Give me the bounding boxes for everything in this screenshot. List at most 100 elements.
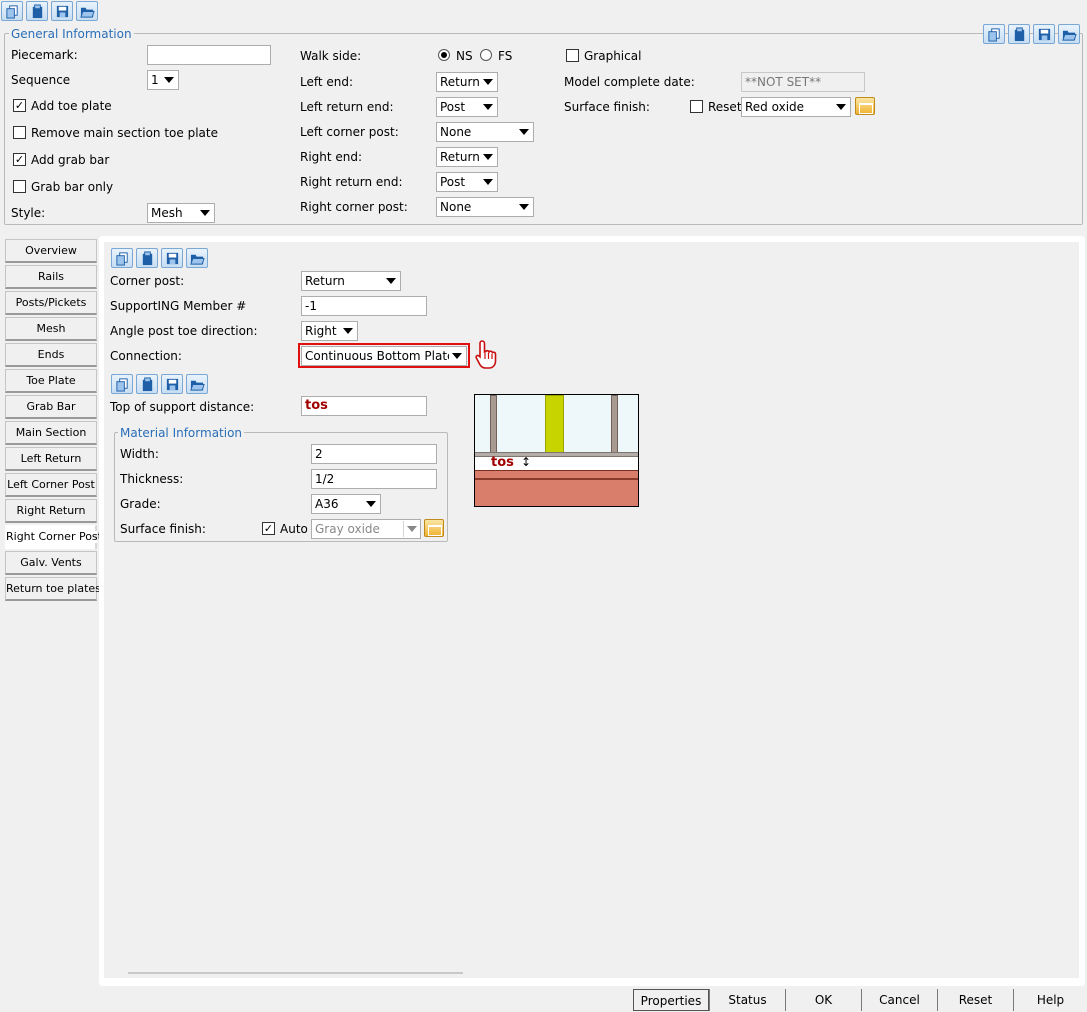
- width-input[interactable]: 2: [311, 444, 437, 464]
- supporting-member-input[interactable]: -1: [301, 296, 427, 316]
- status-button[interactable]: Status: [709, 989, 785, 1011]
- left-corner-post-label: Left corner post:: [300, 125, 399, 139]
- piecemark-input[interactable]: [147, 45, 271, 65]
- copy-icon: [5, 4, 18, 19]
- tab-galv-vents[interactable]: Galv. Vents: [5, 551, 97, 575]
- reset-button[interactable]: Reset: [937, 989, 1013, 1011]
- tab-return-toe-plates[interactable]: Return toe plates: [5, 577, 101, 601]
- tab-posts-pickets[interactable]: Posts/Pickets: [5, 291, 97, 315]
- chevron-down-icon: [383, 273, 399, 289]
- tab-ends[interactable]: Ends: [5, 343, 97, 367]
- reset-label: Reset: [708, 100, 742, 114]
- right-end-select[interactable]: Return: [436, 147, 498, 167]
- walk-side-ns-radio[interactable]: [438, 49, 450, 61]
- thickness-label: Thickness:: [120, 472, 184, 486]
- ok-button[interactable]: OK: [785, 989, 861, 1011]
- corner-post-label: Corner post:: [110, 274, 185, 288]
- tab-overview[interactable]: Overview: [5, 239, 97, 263]
- panel-save-button[interactable]: [161, 248, 183, 268]
- panel2-save-button[interactable]: [161, 374, 183, 394]
- tab-right-return[interactable]: Right Return: [5, 499, 97, 523]
- panel2-open-button[interactable]: [186, 374, 208, 394]
- tab-mesh[interactable]: Mesh: [5, 317, 97, 341]
- clipboard-icon: [32, 3, 42, 18]
- right-return-end-select[interactable]: Post: [436, 172, 498, 192]
- add-toe-plate-checkbox[interactable]: ✓: [13, 99, 26, 112]
- angle-toe-select[interactable]: Right: [301, 321, 358, 341]
- scrollbar-track[interactable]: [128, 972, 463, 974]
- thickness-input[interactable]: 1/2: [311, 469, 437, 489]
- left-end-label: Left end:: [300, 75, 354, 89]
- panel-open-button[interactable]: [186, 248, 208, 268]
- auto-checkbox[interactable]: ✓: [262, 522, 275, 535]
- folder-open-icon: [1061, 30, 1077, 41]
- tab-right-corner-post[interactable]: Right Corner Post: [5, 525, 102, 549]
- panel2-copy-button[interactable]: [111, 374, 133, 394]
- tab-toe-plate[interactable]: Toe Plate: [5, 369, 97, 393]
- right-corner-post-select[interactable]: None: [436, 197, 534, 217]
- paste-button[interactable]: [26, 1, 48, 21]
- piecemark-label: Piecemark:: [11, 48, 78, 62]
- model-complete-label: Model complete date:: [564, 75, 695, 89]
- chevron-down-icon: [480, 149, 496, 165]
- panel-paste-button[interactable]: [136, 248, 158, 268]
- left-return-end-select[interactable]: Post: [436, 97, 498, 117]
- save-icon: [1038, 28, 1050, 40]
- left-end-select[interactable]: Return: [436, 72, 498, 92]
- grab-bar-only-checkbox[interactable]: [13, 180, 26, 193]
- copy-icon: [115, 377, 128, 392]
- walk-side-fs-radio[interactable]: [480, 49, 492, 61]
- tab-main-section[interactable]: Main Section: [5, 421, 97, 445]
- general-paste-button[interactable]: [1008, 24, 1030, 44]
- material-information-legend: Material Information: [118, 426, 245, 440]
- help-button[interactable]: Help: [1013, 989, 1087, 1011]
- folder-open-icon: [79, 7, 95, 18]
- properties-button[interactable]: Properties: [633, 989, 709, 1011]
- tos-diagram: tos ↕: [474, 394, 639, 507]
- copy-button[interactable]: [1, 1, 23, 21]
- clipboard-icon: [1014, 26, 1024, 41]
- graphical-label: Graphical: [584, 49, 642, 63]
- width-label: Width:: [120, 447, 159, 461]
- connection-label: Connection:: [110, 349, 182, 363]
- connection-select[interactable]: Continuous Bottom Plate: [301, 346, 467, 366]
- open-button[interactable]: [76, 1, 98, 21]
- grade-label: Grade:: [120, 497, 161, 511]
- tab-panel: [104, 242, 1079, 978]
- cancel-button[interactable]: Cancel: [861, 989, 937, 1011]
- diagram-right-post: [611, 395, 618, 453]
- chevron-down-icon: [516, 124, 532, 140]
- sequence-select[interactable]: 1: [147, 70, 179, 90]
- panel2-paste-button[interactable]: [136, 374, 158, 394]
- tab-rails[interactable]: Rails: [5, 265, 97, 289]
- tab-left-corner-post[interactable]: Left Corner Post: [5, 473, 97, 497]
- folder-open-icon: [189, 380, 205, 391]
- tab-left-return[interactable]: Left Return: [5, 447, 97, 471]
- tos-input[interactable]: tos: [301, 396, 427, 416]
- surface-finish-select[interactable]: Red oxide: [741, 97, 851, 117]
- grade-select[interactable]: A36: [311, 494, 381, 514]
- right-return-end-label: Right return end:: [300, 175, 403, 189]
- left-corner-post-select[interactable]: None: [436, 122, 534, 142]
- model-complete-field: **NOT SET**: [741, 72, 865, 92]
- walk-side-label: Walk side:: [300, 49, 362, 63]
- material-surface-finish-folder-icon[interactable]: [424, 519, 444, 537]
- chevron-down-icon: [197, 205, 213, 221]
- diagram-yellow-post: [545, 395, 564, 453]
- save-button[interactable]: [51, 1, 73, 21]
- remove-main-toe-checkbox[interactable]: [13, 126, 26, 139]
- surface-finish-folder-icon[interactable]: [855, 97, 875, 115]
- corner-post-select[interactable]: Return: [301, 271, 401, 291]
- right-end-label: Right end:: [300, 150, 363, 164]
- panel-copy-button[interactable]: [111, 248, 133, 268]
- general-open-button[interactable]: [1058, 24, 1080, 44]
- graphical-checkbox[interactable]: [566, 49, 579, 62]
- reset-checkbox[interactable]: [690, 100, 703, 113]
- walk-side-ns-label: NS: [456, 49, 473, 63]
- style-select[interactable]: Mesh: [147, 203, 215, 223]
- general-save-button[interactable]: [1033, 24, 1055, 44]
- tab-grab-bar[interactable]: Grab Bar: [5, 395, 97, 419]
- add-grab-bar-checkbox[interactable]: ✓: [13, 153, 26, 166]
- general-copy-button[interactable]: [983, 24, 1005, 44]
- save-icon: [166, 252, 178, 264]
